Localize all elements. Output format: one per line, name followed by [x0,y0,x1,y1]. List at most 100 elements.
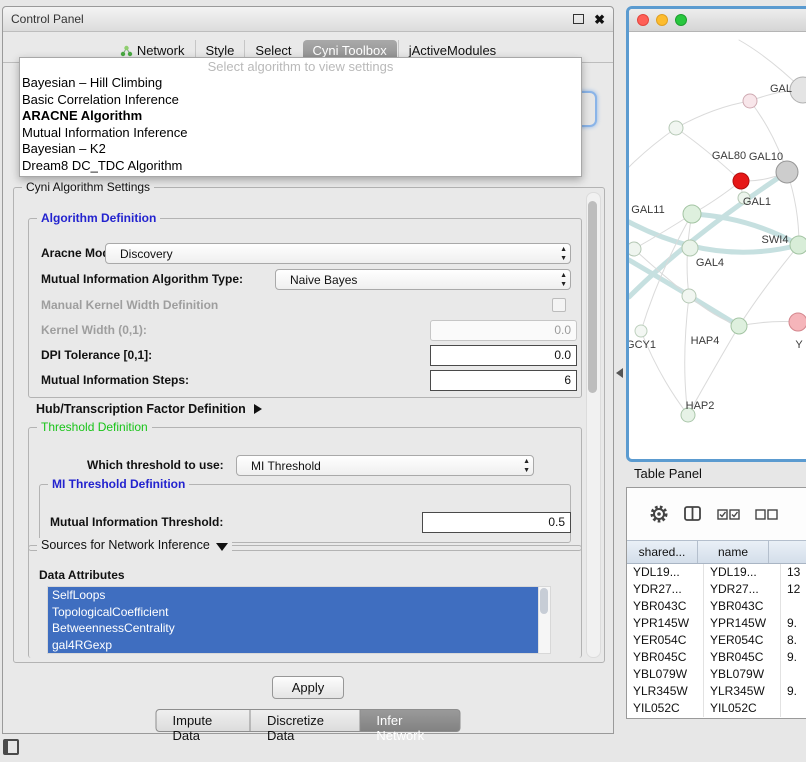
close-icon[interactable]: ✖ [594,13,605,26]
panel-dock-icon[interactable] [3,739,19,755]
gear-icon[interactable] [649,504,669,524]
mi-threshold-field[interactable]: 0.5 [422,512,571,533]
tab-infer-network[interactable]: Infer Network [360,709,460,732]
manual-kernel-label: Manual Kernel Width Definition [41,298,218,312]
table-cell: YDR27... [704,581,781,598]
attribute-item[interactable]: TopologicalCoefficient [48,604,550,621]
minimize-traffic-light[interactable] [656,14,668,26]
table-cell: 8. [781,632,806,649]
network-node-label: GAL [770,83,792,95]
dropdown-item-selected[interactable]: ARACNE Algorithm [20,108,581,125]
table-row[interactable]: YER054CYER054C8. [627,632,806,649]
titlebar[interactable]: Control Panel ✖ [3,7,613,32]
which-threshold-select[interactable]: MI Threshold ▲▼ [236,455,534,476]
network-edge [739,245,799,326]
network-node[interactable] [789,313,806,331]
table-cell: 9. [781,683,806,700]
table-row[interactable]: YBL079WYBL079W [627,666,806,683]
dropdown-item[interactable]: Bayesian – K2 [20,141,581,158]
settings-scrollbar-thumb[interactable] [588,201,597,393]
close-traffic-light[interactable] [637,14,649,26]
table-row[interactable]: YIL052CYIL052C [627,700,806,717]
settings-scrollbar[interactable] [586,192,601,658]
attribute-item[interactable]: BetweennessCentrality [48,620,550,637]
dpi-tolerance-field[interactable]: 0.0 [430,345,577,366]
table-cell: YLR345W [704,683,781,700]
float-icon[interactable] [573,14,584,24]
mi-type-value: Naive Bayes [290,273,357,287]
mi-threshold-group: MI Threshold Definition Mutual Informati… [39,484,571,543]
attribute-item[interactable]: SelfLoops [48,587,550,604]
aracne-mode-select[interactable]: Discovery ▲▼ [105,243,571,264]
dropdown-item[interactable]: Bayesian – Hill Climbing [20,75,581,92]
table-cell [781,598,806,615]
table-cell [781,700,806,717]
kernel-width-field[interactable]: 0.0 [430,320,577,341]
tab-discretize-data[interactable]: Discretize Data [251,709,360,732]
dropdown-placeholder: Select algorithm to view settings [20,58,581,75]
network-node[interactable] [629,242,641,256]
network-node[interactable] [682,240,698,256]
table-row[interactable]: YBR045CYBR045C9. [627,649,806,666]
sources-toggle[interactable]: Sources for Network Inference [37,538,232,552]
network-node[interactable] [683,205,701,223]
tab-label: Select [255,43,291,58]
which-threshold-value: MI Threshold [251,459,321,473]
splitter-collapse-arrow[interactable] [616,368,623,378]
dropdown-item[interactable]: Basic Correlation Inference [20,92,581,109]
manual-kernel-checkbox[interactable] [552,298,566,312]
table-panel-title: Table Panel [634,466,702,481]
tab-impute-data[interactable]: Impute Data [156,709,251,732]
table-row[interactable]: YDL19...YDL19...13 [627,564,806,581]
network-node[interactable] [635,325,647,337]
dropdown-item[interactable]: Mutual Information Inference [20,125,581,142]
table-row[interactable]: YDR27...YDR27...12 [627,581,806,598]
mi-type-select[interactable]: Naive Bayes ▲▼ [275,269,571,290]
tab-label: Style [206,43,235,58]
dropdown-item[interactable]: Dream8 DC_TDC Algorithm [20,158,581,175]
zoom-traffic-light[interactable] [675,14,687,26]
deselect-all-checkboxes-icon[interactable] [755,508,779,521]
column-header-shared[interactable]: shared... [627,541,698,563]
network-node[interactable] [743,94,757,108]
table-row[interactable]: YBR043CYBR043C [627,598,806,615]
network-node[interactable] [682,289,696,303]
network-node[interactable] [731,318,747,334]
attributes-listbox[interactable]: SelfLoops TopologicalCoefficient Between… [47,586,551,654]
column-header-extra[interactable] [769,541,806,563]
attribute-item[interactable]: gal4RGexp [48,637,550,654]
column-header-name[interactable]: name [698,541,769,563]
mi-steps-field[interactable]: 6 [430,370,577,391]
dpi-tolerance-label: DPI Tolerance [0,1]: [41,348,152,362]
apply-button[interactable]: Apply [272,676,344,699]
network-node-label: HAP2 [686,400,715,412]
threshold-definition-group: Threshold Definition Which threshold to … [28,427,582,551]
network-node-label: SWI4 [762,234,789,246]
table-cell: YBR045C [704,649,781,666]
network-node[interactable] [790,77,806,103]
cyni-algorithm-settings-group: Cyni Algorithm Settings Algorithm Defini… [13,187,605,663]
network-node-label: GAL80 [712,150,746,162]
group-title: Algorithm Definition [37,211,160,225]
network-node[interactable] [669,121,683,135]
table-toolbar [627,488,806,540]
select-all-checkboxes-icon[interactable] [717,508,741,521]
table-body: YDL19...YDL19...13YDR27...YDR27...12YBR0… [627,564,806,718]
network-node-label: GCY1 [629,339,656,351]
network-node[interactable] [733,173,749,189]
network-canvas[interactable]: GALGAL80GAL10GAL1GAL11SWI4GAL4GCY1HAP4YH… [629,32,806,456]
list-scrollbar[interactable] [538,587,550,653]
hub-definition-label: Hub/Transcription Factor Definition [36,402,246,416]
hub-definition-toggle[interactable]: Hub/Transcription Factor Definition [36,402,262,416]
list-scrollbar-thumb[interactable] [540,588,548,614]
table-cell: YER054C [627,632,704,649]
network-node-label: GAL1 [743,196,771,208]
table-cell: YBL079W [627,666,704,683]
network-node[interactable] [790,236,806,254]
network-node[interactable] [776,161,798,183]
table-row[interactable]: YLR345WYLR345W9. [627,683,806,700]
columns-icon[interactable] [683,505,703,523]
table-cell: YDL19... [627,564,704,581]
table-row[interactable]: YPR145WYPR145W9. [627,615,806,632]
network-window-titlebar[interactable] [629,9,806,32]
